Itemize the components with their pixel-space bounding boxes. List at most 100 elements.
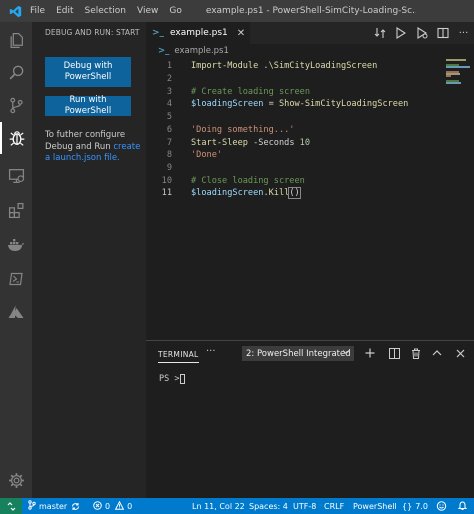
branch-name: master [39, 501, 68, 511]
prompt-text: PS > [159, 374, 180, 384]
code-line[interactable]: 4 $loadingScreen = Show-SimCityLoadingScr… [146, 98, 436, 111]
split-editor-icon[interactable] [432, 27, 453, 39]
code-line[interactable]: 6 'Doing something...' [146, 124, 436, 137]
code-token: = [263, 99, 279, 110]
terminal-select[interactable]: 2: PowerShell Integrated [242, 346, 354, 361]
menu-edit[interactable]: Edit [56, 6, 73, 16]
tab-example-ps1[interactable]: >_ example.ps1 ✕ [146, 22, 250, 44]
new-terminal-icon[interactable] [362, 346, 378, 360]
docker-icon[interactable] [0, 229, 32, 261]
powershell-icon[interactable] [0, 263, 32, 295]
code-text: $loadingScreen.Kill() [191, 187, 301, 200]
error-count: 0 [105, 501, 111, 511]
status-bar: master 0 0 Ln 11, Col 22 Spaces: 4 UTF-8… [0, 498, 474, 514]
code-token: Show-SimCityLoadingScreen [278, 99, 409, 110]
code-line[interactable]: 8 'Done' [146, 149, 436, 162]
remote-indicator-icon[interactable] [0, 498, 22, 514]
powershell-file-icon: >_ [158, 46, 170, 56]
indentation[interactable]: Spaces: 4 [249, 498, 288, 514]
code-line[interactable]: 10 # Close loading screen [146, 174, 436, 187]
feedback-icon[interactable] [436, 498, 447, 514]
code-text: Import-Module .\SimCityLoadingScreen [191, 61, 377, 71]
sync-icon[interactable] [71, 498, 80, 514]
code-text: 'Done' [191, 150, 222, 160]
code-text: 'Doing something...' [191, 125, 294, 135]
run-with-powershell-button[interactable]: Run with PowerShell [45, 95, 131, 116]
code-token: # Close loading screen [191, 175, 305, 186]
close-tab-icon[interactable]: ✕ [237, 28, 245, 39]
editor-tab-bar: >_ example.ps1 ✕ ··· [146, 22, 474, 44]
configure-hint: To futher configure Debug and Run create… [45, 130, 141, 165]
branch-indicator[interactable]: master [28, 498, 67, 514]
code-token: 10 [299, 137, 311, 148]
branch-icon [28, 500, 36, 512]
terminal-panel: TERMINAL ··· 2: PowerShell Integrated PS… [146, 340, 474, 498]
more-actions-icon[interactable]: ··· [453, 28, 474, 39]
run-selection-icon[interactable] [411, 27, 432, 39]
warning-count: 0 [127, 501, 133, 511]
menu-go[interactable]: Go [169, 6, 181, 16]
settings-gear-icon[interactable] [0, 464, 32, 496]
tab-terminal[interactable]: TERMINAL [158, 350, 199, 363]
encoding[interactable]: UTF-8 [293, 498, 316, 514]
debug-with-powershell-button[interactable]: Debug with PowerShell [45, 57, 131, 87]
breadcrumb-file[interactable]: example.ps1 [174, 46, 229, 56]
code-line[interactable]: 1 Import-Module .\SimCityLoadingScreen [146, 60, 436, 73]
powershell-version-value: 7.0 [415, 501, 428, 511]
code-text: # Create loading screen [191, 87, 310, 97]
compare-changes-icon[interactable] [369, 27, 390, 39]
sidebar-title: DEBUG AND RUN: START [45, 28, 140, 37]
menu-selection[interactable]: Selection [85, 6, 126, 16]
code-editor[interactable]: 1 Import-Module .\SimCityLoadingScreen 2 3 #… [146, 58, 474, 340]
close-panel-icon[interactable] [452, 346, 468, 360]
problems-indicator[interactable]: 0 0 [93, 498, 132, 514]
notifications-icon[interactable] [458, 498, 467, 514]
code-line[interactable]: 5 [146, 111, 436, 124]
code-token: 'Doing something...' [191, 124, 295, 135]
search-icon[interactable] [0, 56, 32, 88]
line-number: 7 [166, 137, 172, 148]
error-icon [93, 500, 102, 512]
maximize-panel-icon[interactable] [429, 346, 445, 360]
run-file-icon[interactable] [390, 27, 411, 39]
powershell-file-icon: >_ [152, 28, 165, 38]
code-text: $loadingScreen = Show-SimCityLoadingScre… [191, 99, 408, 109]
split-terminal-icon[interactable] [386, 346, 402, 360]
warning-icon [114, 500, 125, 512]
panel-more-icon[interactable]: ··· [206, 346, 216, 357]
line-number: 10 [161, 175, 172, 186]
menu-view[interactable]: View [137, 6, 158, 16]
line-number: 5 [166, 112, 172, 123]
code-text: # Close loading screen [191, 176, 305, 186]
language-mode[interactable]: PowerShell [353, 498, 397, 514]
menu-file[interactable]: File [30, 6, 45, 16]
menu-bar: File Edit Selection View Go [30, 6, 182, 16]
code-line[interactable]: 3 # Create loading screen [146, 85, 436, 98]
minimap[interactable] [444, 58, 474, 98]
code-line[interactable]: 7 Start-Sleep -Seconds 10 [146, 136, 436, 149]
debug-icon[interactable] [0, 122, 32, 154]
code-token: # Create loading screen [191, 86, 310, 97]
remote-explorer-icon[interactable] [0, 159, 32, 191]
code-line[interactable]: 11 $loadingScreen.Kill() [146, 187, 436, 200]
cursor-position[interactable]: Ln 11, Col 22 [192, 498, 245, 514]
code-line[interactable]: 9 [146, 162, 436, 175]
line-ending[interactable]: CRLF [324, 498, 344, 514]
code-text: Start-Sleep -Seconds 10 [191, 138, 310, 148]
source-control-icon[interactable] [0, 89, 32, 121]
explorer-icon[interactable] [0, 24, 32, 56]
line-number: 1 [166, 61, 172, 72]
line-number: 6 [166, 124, 172, 135]
braces-icon: {} [402, 501, 413, 511]
code-line[interactable]: 2 [146, 73, 436, 86]
line-number: 3 [166, 86, 172, 97]
code-token: $loadingScreen [191, 188, 264, 199]
extensions-icon[interactable] [0, 194, 32, 226]
powershell-version[interactable]: {} 7.0 [402, 498, 428, 514]
kill-terminal-icon[interactable] [408, 346, 424, 360]
code-token: -Seconds [247, 137, 300, 148]
terminal-prompt[interactable]: PS > [159, 374, 186, 384]
line-number: 8 [166, 150, 172, 161]
azure-icon[interactable] [0, 296, 32, 328]
window-title: example.ps1 - PowerShell-SimCity-Loading… [205, 6, 416, 16]
